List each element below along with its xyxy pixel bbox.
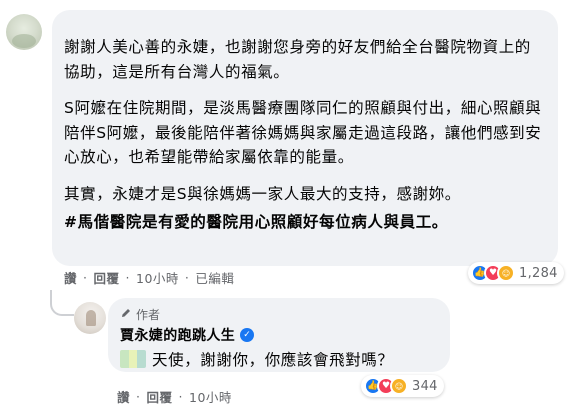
- author-avatar[interactable]: [74, 302, 106, 334]
- comment-paragraph-2: S阿嬤在住院期間，是淡馬醫療團隊同仁的照顧與付出，細心照顧與陪伴S阿嬤，最後能陪…: [64, 99, 542, 166]
- author-name[interactable]: 賈永婕的跑跳人生: [120, 325, 235, 345]
- like-button[interactable]: 讚: [64, 268, 77, 287]
- comment-hashtag[interactable]: #馬偕醫院是有愛的醫院用心照顧好每位病人與員工。: [64, 210, 543, 235]
- reply-reply-button[interactable]: 回覆: [147, 387, 173, 406]
- reply-timestamp[interactable]: 10小時: [189, 387, 232, 406]
- haha-icon: ☺: [390, 377, 408, 395]
- separator-dot: ·: [178, 389, 183, 404]
- reply-reaction-count: 344: [412, 378, 438, 394]
- separator-dot: ·: [125, 270, 130, 285]
- reply-text: 天使，謝謝你，你應該會飛對嗎？: [152, 351, 394, 369]
- comment-timestamp[interactable]: 10小時: [136, 268, 179, 287]
- reply-like-button[interactable]: 讚: [117, 387, 130, 406]
- verified-badge-icon: ✓: [240, 328, 255, 342]
- comment-actions: 讚 · 回覆 · 10小時 · 已編輯: [64, 268, 234, 287]
- comment-paragraph-1: 謝謝人美心善的永婕，也謝謝您身旁的好友們給全台醫院物資上的協助，這是所有台灣人的…: [64, 38, 531, 81]
- reply-actions: 讚 · 回覆 · 10小時: [117, 387, 232, 406]
- author-badge: 作者: [120, 305, 438, 323]
- haha-icon: ☺: [497, 264, 515, 282]
- comment-paragraph-3: 其實，永婕才是S與徐媽媽一家人最大的支持，感謝妳。: [64, 184, 461, 203]
- comment-reactions[interactable]: 👍 ♥ ☺ 1,284: [468, 262, 564, 284]
- separator-dot: ·: [184, 270, 190, 285]
- separator-dot: ·: [136, 389, 141, 404]
- separator-dot: ·: [83, 270, 88, 285]
- edited-label: 已編輯: [195, 271, 235, 286]
- comment-bubble: 謝謝人美心善的永婕，也謝謝您身旁的好友們給全台醫院物資上的協助，這是所有台灣人的…: [52, 10, 558, 266]
- reply-button[interactable]: 回覆: [94, 268, 120, 287]
- sticker-image: [120, 350, 146, 368]
- commenter-avatar[interactable]: [6, 14, 42, 50]
- reply-reactions[interactable]: 👍 ♥ ☺ 344: [361, 375, 444, 397]
- author-badge-label: 作者: [136, 307, 161, 322]
- thread-connector: [50, 290, 74, 316]
- reply-bubble: 作者 賈永婕的跑跳人生 ✓ 天使，謝謝你，你應該會飛對嗎？: [108, 298, 450, 372]
- reaction-count: 1,284: [519, 265, 558, 281]
- pencil-icon: [120, 307, 132, 322]
